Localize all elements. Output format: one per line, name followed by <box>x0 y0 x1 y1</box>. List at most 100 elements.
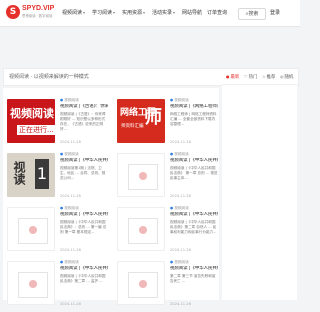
login-link[interactable]: 登录 <box>270 9 280 16</box>
thumbnail-glyph: 师 <box>144 107 162 128</box>
tab-latest[interactable]: ●最新 <box>226 74 239 80</box>
article-date: 2024-11-26 <box>60 140 81 144</box>
nav-item-events[interactable]: 活动实录▾ <box>152 9 175 16</box>
latest-icon: ● <box>226 74 230 79</box>
article-title[interactable]: 视频阅读 |《中华人民共和国民法典》 <box>170 158 218 164</box>
article-category: ● 视频阅读 <box>170 260 189 265</box>
article-title[interactable]: 视频阅读 |《中华人民共和国民法典》第二章 第三节 <box>170 266 218 272</box>
nav-item-site-nav[interactable]: 网站导航 <box>182 9 202 16</box>
thumbnail-subtitle: 正在进行... <box>17 125 55 135</box>
category-label: 视频阅读 <box>174 260 189 264</box>
category-label: 视频阅读 <box>174 152 189 156</box>
tab-popular[interactable]: ♡热门 <box>244 74 257 80</box>
page-banner <box>0 27 300 67</box>
sidebar-tabs: ●最新 ♡热门 ☆推荐 ◎随机 <box>222 70 297 85</box>
article-date: 2024-11-26 <box>60 248 81 252</box>
article-excerpt: 视频阅读 |《中华人民共和国民法典》 第一章 总则 ... 规范民事主体... <box>170 166 218 180</box>
article-excerpt: 视频阅读第1期 | 法院、卫生、地区 ... 合同、总则、规范公司... <box>60 166 106 180</box>
article-category: ● 视频阅读 <box>60 152 79 157</box>
article-category: ● 视频阅读 <box>60 260 79 265</box>
tab-label: 最新 <box>230 75 240 80</box>
article-thumbnail[interactable] <box>117 207 165 251</box>
article-category: ● 视频阅读 <box>170 152 189 157</box>
article-thumbnail[interactable]: 视读 1 <box>7 153 55 197</box>
article-title[interactable]: 视频阅读 |《网络工程师》资料汇编 <box>170 104 218 110</box>
logo-mark: S <box>6 5 20 19</box>
star-icon: ☆ <box>262 74 266 79</box>
article-title[interactable]: 视频阅读 |《中华人民共和国民法典》第二章 <box>170 212 218 218</box>
tab-label: 推荐 <box>266 75 276 80</box>
thumbnail-title: 视频阅读 <box>10 107 54 120</box>
list-item[interactable]: ● 视频阅读 视频阅读 |《中华人民共和国民法典》第二章 视频阅读 |《中华人民… <box>3 256 109 312</box>
category-dot-icon: ● <box>170 206 174 210</box>
logo-text: SPYD.VIP <box>22 5 55 12</box>
nav-item-order-query[interactable]: 订单查询 <box>207 9 227 16</box>
list-item[interactable]: 视频阅读 正在进行... ● 视频阅读 视频阅读 |《古语》：你来得刚刚好 视频… <box>3 94 109 150</box>
placeholder-image-icon <box>128 164 158 190</box>
nav-item-resources[interactable]: 实用资源▾ <box>122 9 145 16</box>
thumbnail-number: 1 <box>35 159 49 189</box>
list-item[interactable]: 视读 1 ● 视频阅读 视频阅读 |《中华人民共和国民法典》 视频阅读第1期 |… <box>3 148 109 204</box>
article-title[interactable]: 视频阅读 |《中华人民共和国民法典》：总则 <box>60 212 108 218</box>
nav-label: 学习阅读 <box>92 10 113 16</box>
article-date: 2024-11-26 <box>170 248 191 252</box>
article-date: 2024-11-26 <box>170 194 191 198</box>
search-button[interactable]: ⌕搜索 <box>238 8 266 20</box>
chevron-down-icon: ▾ <box>83 10 86 15</box>
placeholder-image-icon <box>18 272 48 298</box>
nav-item-video-reading[interactable]: 视频阅读▾ <box>62 9 85 16</box>
category-label: 视频阅读 <box>64 98 79 102</box>
article-title[interactable]: 视频阅读 |《中华人民共和国民法典》第二章 <box>60 266 108 272</box>
tab-label: 热门 <box>248 75 258 80</box>
chevron-down-icon: ▾ <box>143 10 146 15</box>
nav-item-study-reading[interactable]: 学习阅读▾ <box>92 9 115 16</box>
article-thumbnail[interactable]: 视频阅读 正在进行... <box>7 99 55 143</box>
article-thumbnail[interactable] <box>7 261 55 305</box>
category-label: 视频阅读 <box>174 98 189 102</box>
breadcrumb-text: 视频阅读 · 以视频来解读的一种模式 <box>9 74 89 80</box>
article-date: 2024-11-26 <box>170 140 191 144</box>
list-item[interactable]: ● 视频阅读 视频阅读 |《中华人民共和国民法典》 视频阅读 |《中华人民共和国… <box>113 148 219 204</box>
category-dot-icon: ● <box>170 98 174 102</box>
article-thumbnail[interactable] <box>7 207 55 251</box>
article-thumbnail[interactable] <box>117 261 165 305</box>
nav-label: 视频阅读 <box>62 10 83 16</box>
list-item[interactable]: ● 视频阅读 视频阅读 |《中华人民共和国民法典》第二章 视频阅读 |《中华人民… <box>113 202 219 258</box>
category-dot-icon: ● <box>60 260 64 264</box>
nav-label: 活动实录 <box>152 10 173 16</box>
article-title[interactable]: 视频阅读 |《古语》：你来得刚刚好 <box>60 104 108 110</box>
list-item[interactable]: ● 视频阅读 视频阅读 |《中华人民共和国民法典》：总则 视频阅读 |《中华人民… <box>3 202 109 258</box>
article-category: ● 视频阅读 <box>170 98 189 103</box>
category-dot-icon: ● <box>60 152 64 156</box>
article-excerpt: 第二章 第三节 宣告失踪和宣告死亡 ... <box>170 274 216 283</box>
article-thumbnail[interactable] <box>117 153 165 197</box>
list-item[interactable]: 网络工程 师资料汇编 师 ● 视频阅读 视频阅读 |《网络工程师》资料汇编 网络… <box>113 94 219 150</box>
top-header: S SPYD.VIP 思博阅读 · 数字阅读 视频阅读▾ 学习阅读▾ 实用资源▾… <box>0 0 300 27</box>
article-category: ● 视频阅读 <box>170 206 189 211</box>
article-list: 视频阅读 正在进行... ● 视频阅读 视频阅读 |《古语》：你来得刚刚好 视频… <box>3 88 219 306</box>
site-logo[interactable]: S SPYD.VIP 思博阅读 · 数字阅读 <box>6 4 56 22</box>
article-excerpt: 视频阅读 |《中华人民共和国民法典》第二章 ... 监护 ... <box>60 274 106 283</box>
list-item[interactable]: ● 视频阅读 视频阅读 |《中华人民共和国民法典》第二章 第三节 第二章 第三节… <box>113 256 219 312</box>
placeholder-image-icon <box>128 272 158 298</box>
nav-label: 网站导航 <box>182 10 203 16</box>
thumbnail-title: 视读 <box>12 161 26 185</box>
heart-icon: ♡ <box>244 74 248 79</box>
logo-subtext: 思博阅读 · 数字阅读 <box>22 14 53 18</box>
search-label: 搜索 <box>248 11 259 17</box>
article-excerpt: 视频阅读 |《中华人民共和国民法典》：总则 ... 第一编 总则 第一章 基本规… <box>60 220 107 234</box>
article-date: 2024-11-26 <box>170 302 191 306</box>
tab-label: 随机 <box>284 75 294 80</box>
category-label: 视频阅读 <box>174 206 189 210</box>
tab-random[interactable]: ◎随机 <box>280 74 293 80</box>
article-thumbnail[interactable]: 网络工程 师资料汇编 师 <box>117 99 165 143</box>
article-excerpt: 网络工程师 | 网络工程师资料汇编 ... 全套全部资料下载内容整理... <box>170 112 217 126</box>
category-dot-icon: ● <box>170 152 174 156</box>
article-title[interactable]: 视频阅读 |《中华人民共和国民法典》 <box>60 158 108 164</box>
chevron-down-icon: ▾ <box>173 10 176 15</box>
nav-label: 实用资源 <box>122 10 143 16</box>
category-dot-icon: ● <box>60 98 64 102</box>
tab-recommended[interactable]: ☆推荐 <box>262 74 275 80</box>
article-date: 2024-11-26 <box>60 302 81 306</box>
article-category: ● 视频阅读 <box>60 206 79 211</box>
